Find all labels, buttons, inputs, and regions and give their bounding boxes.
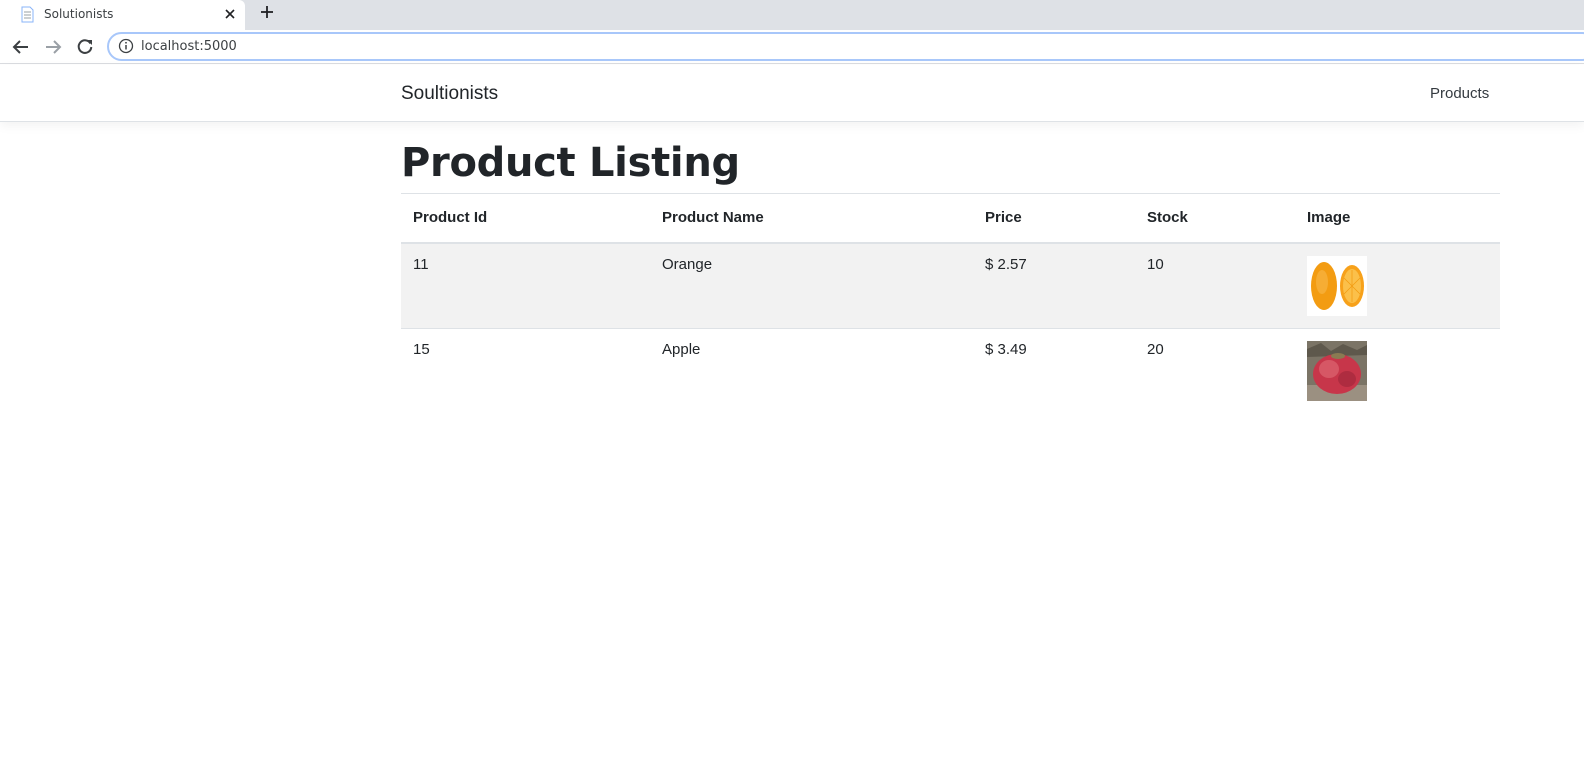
column-header-product-id: Product Id — [401, 193, 650, 244]
product-name-cell: Apple — [650, 327, 973, 413]
url-text[interactable]: localhost:5000 — [141, 39, 237, 54]
column-header-product-name: Product Name — [650, 193, 973, 244]
product-id-cell: 15 — [401, 327, 650, 413]
nav-link-products[interactable]: Products — [1430, 85, 1489, 102]
stock-cell: 10 — [1135, 242, 1295, 328]
page-title: Product Listing — [401, 140, 740, 186]
image-cell — [1295, 327, 1500, 413]
info-icon[interactable] — [118, 38, 134, 54]
site-navbar: Soultionists Products — [0, 65, 1584, 122]
new-tab-icon[interactable] — [258, 3, 276, 21]
image-cell — [1295, 242, 1500, 328]
browser-toolbar: localhost:5000 — [0, 30, 1584, 64]
price-cell: $ 3.49 — [973, 327, 1135, 413]
column-header-stock: Stock — [1135, 193, 1295, 244]
product-id-cell: 11 — [401, 242, 650, 328]
browser-tab[interactable]: Solutionists — [0, 0, 245, 30]
table-header-row: Product Id Product Name Price Stock Imag… — [401, 193, 1500, 244]
apple-image — [1307, 340, 1367, 401]
tab-title: Solutionists — [44, 7, 114, 21]
product-name-cell: Orange — [650, 242, 973, 328]
forward-arrow-icon[interactable] — [43, 37, 63, 57]
site-brand[interactable]: Soultionists — [401, 83, 498, 105]
column-header-price: Price — [973, 193, 1135, 244]
stock-cell: 20 — [1135, 327, 1295, 413]
column-header-image: Image — [1295, 193, 1500, 244]
table-row: 15 Apple $ 3.49 20 — [401, 327, 1500, 413]
table-row: 11 Orange $ 2.57 10 — [401, 242, 1500, 328]
page-icon — [20, 6, 35, 23]
reload-icon[interactable] — [75, 37, 95, 57]
product-table: Product Id Product Name Price Stock Imag… — [401, 193, 1500, 413]
price-cell: $ 2.57 — [973, 242, 1135, 328]
address-bar[interactable]: localhost:5000 — [107, 32, 1584, 61]
back-arrow-icon[interactable] — [11, 37, 31, 57]
close-tab-icon[interactable] — [222, 6, 238, 22]
orange-image — [1307, 255, 1367, 316]
browser-tabstrip: Solutionists — [0, 0, 1584, 30]
